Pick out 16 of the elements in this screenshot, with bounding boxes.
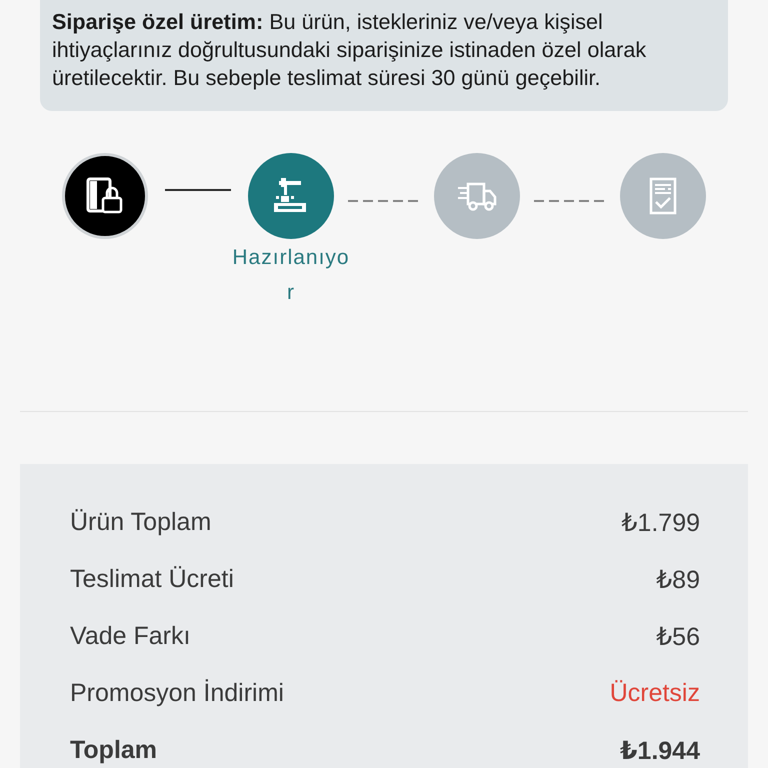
summary-value: ₺89	[656, 564, 700, 594]
summary-label: Vade Farkı	[70, 622, 190, 651]
summary-label: Promosyon İndirimi	[70, 679, 284, 708]
step-connector	[165, 189, 231, 191]
summary-value: ₺56	[656, 622, 700, 652]
step-label: Hazırlanıyor	[231, 245, 351, 306]
summary-label: Teslimat Ücreti	[70, 565, 234, 594]
notice-text: Siparişe özel üretim: Bu ürün, istekleriniz ve/veya kişisel ihtiyaçlarınız doğrultusundaki siparişinize istinaden özel olarak üretilecektir. Bu sebeple teslimat süresi 30 günü geçebilir.	[52, 8, 648, 92]
summary-label: Ürün Toplam	[70, 508, 212, 537]
summary-label: Toplam	[70, 736, 158, 765]
door-lock-icon	[85, 176, 125, 216]
step-connector	[348, 200, 420, 202]
summary-value: ₺1.799	[622, 508, 700, 538]
step-connector	[534, 200, 606, 202]
summary-value: Ücretsiz	[610, 679, 700, 708]
summary-value: ₺1.944	[620, 736, 700, 766]
